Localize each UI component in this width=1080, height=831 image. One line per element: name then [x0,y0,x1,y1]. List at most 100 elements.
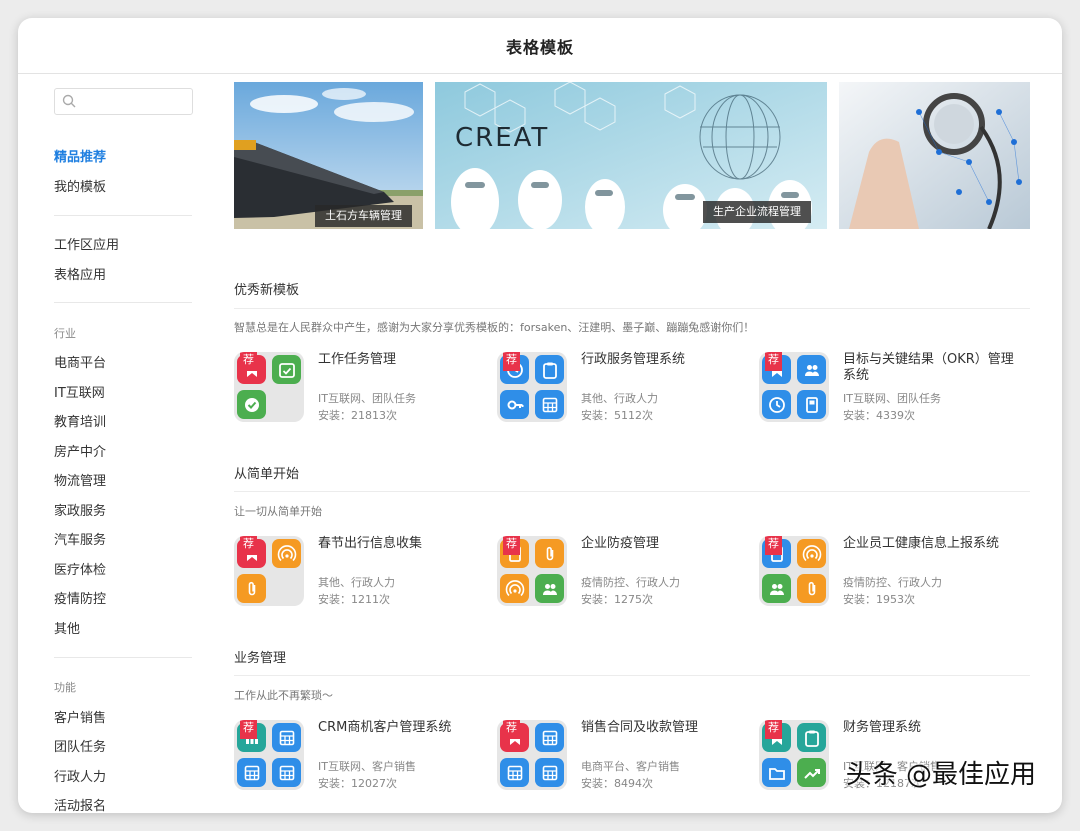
title-bar: 表格模板 [18,18,1062,74]
sidebar-item-industry[interactable]: 医疗体检 [54,563,106,579]
watermark: 头条 @最佳应用 [845,760,1036,790]
signal-icon [500,574,529,603]
sidebar-item-industry[interactable]: 电商平台 [54,356,106,372]
template-icon-tile: 荐 [759,536,829,606]
template-card[interactable]: 荐 工作任务管理 IT互联网、团队任务 安装：21813次 [234,352,496,426]
section-description: 工作从此不再繁琐～ [234,689,333,702]
template-card[interactable]: 荐 行政服务管理系统 其他、行政人力 安装：5112次 [497,352,759,426]
template-installs: 安装：1211次 [318,593,390,606]
template-name: 企业防疫管理 [581,536,660,551]
template-icon-tile: 荐 [759,352,829,422]
section-divider [234,308,1030,309]
table-icon [535,758,564,787]
calendar-check-icon [272,355,301,384]
signal-icon [797,539,826,568]
template-name: CRM商机客户管理系统 [318,720,452,735]
template-tags: 电商平台、客户销售 [581,760,680,773]
template-installs: 安装：12027次 [318,777,397,790]
recommended-badge: 荐 [240,352,257,371]
signal-icon [272,539,301,568]
check-circle-icon [237,390,266,419]
banner-medical[interactable] [839,82,1030,229]
template-name: 工作任务管理 [318,352,397,367]
template-card[interactable]: 荐 目标与关键结果（OKR）管理系统 IT互联网、团队任务 安装：4339次 [759,352,1021,426]
table-icon [535,390,564,419]
recommended-badge: 荐 [240,536,257,555]
section-description: 智慧总是在人民群众中产生，感谢为大家分享优秀模板的：forsaken、汪建明、墨… [234,321,755,334]
template-tags: 疫情防控、行政人力 [581,576,680,589]
sidebar-item-workspace-apps[interactable]: 工作区应用 [54,238,119,254]
sidebar-item-table-apps[interactable]: 表格应用 [54,268,106,284]
template-installs: 安装：1275次 [581,593,653,606]
template-card[interactable]: 荐 销售合同及收款管理 电商平台、客户销售 安装：8494次 [497,720,759,794]
template-icon-tile: 荐 [234,536,304,606]
sidebar-item-function[interactable]: 团队任务 [54,740,106,756]
recommended-badge: 荐 [503,720,520,739]
template-tags: 其他、行政人力 [318,576,395,589]
template-name: 目标与关键结果（OKR）管理系统 [843,352,1014,383]
template-tags: IT互联网、客户销售 [318,760,416,773]
sidebar-item-industry[interactable]: 汽车服务 [54,533,106,549]
sidebar-divider [54,657,192,658]
recommended-badge: 荐 [765,536,782,555]
template-tags: 疫情防控、行政人力 [843,576,942,589]
template-card[interactable]: 荐 春节出行信息收集 其他、行政人力 安装：1211次 [234,536,496,610]
template-tags: IT互联网、团队任务 [318,392,416,405]
people-icon [762,574,791,603]
template-name: 企业员工健康信息上报系统 [843,536,1000,551]
folder-icon [762,758,791,787]
template-card[interactable]: 荐 CRM商机客户管理系统 IT互联网、客户销售 安装：12027次 [234,720,496,794]
template-installs: 安装：1953次 [843,593,915,606]
template-tags: IT互联网、团队任务 [843,392,941,405]
banner-earthwork[interactable]: 土石方车辆管理 [234,82,423,229]
main-content: 土石方车辆管理 CREAT 生产企业流程管理 优秀新模板 智慧总是在人民群众中产… [234,74,1030,813]
banner-production[interactable]: CREAT 生产企业流程管理 [435,82,827,229]
banner-medical-image [839,82,1030,229]
people-icon [797,355,826,384]
template-name: 财务管理系统 [843,720,922,735]
function-heading: 功能 [54,681,76,694]
template-installs: 安装：21813次 [318,409,397,422]
template-icon-tile: 荐 [497,720,567,790]
banner-label: 生产企业流程管理 [703,201,811,223]
clipboard-icon [535,355,564,384]
app-window: 表格模板 精品推荐 我的模板 工作区应用 表格应用 行业 电商平台 IT互联网 … [18,18,1062,813]
sidebar-item-my-templates[interactable]: 我的模板 [54,180,106,196]
sidebar-item-featured[interactable]: 精品推荐 [54,150,106,166]
sidebar-item-industry[interactable]: 家政服务 [54,504,106,520]
template-name: 春节出行信息收集 [318,536,423,551]
key-icon [500,390,529,419]
sidebar-item-industry[interactable]: 疫情防控 [54,592,106,608]
sidebar-item-function[interactable]: 客户销售 [54,711,106,727]
sidebar-item-industry[interactable]: 物流管理 [54,474,106,490]
recommended-badge: 荐 [240,720,257,739]
search-icon [62,94,76,108]
sidebar-item-industry[interactable]: 其他 [54,622,80,638]
search-input[interactable] [54,88,193,115]
template-installs: 安装：5112次 [581,409,653,422]
industry-heading: 行业 [54,327,76,340]
banner-label: 土石方车辆管理 [315,205,412,227]
sidebar-divider [54,302,192,303]
template-installs: 安装：8494次 [581,777,653,790]
recommended-badge: 荐 [503,352,520,371]
template-card[interactable]: 荐 企业防疫管理疫情防控、行政人力 安装：1275次 [497,536,759,610]
sidebar-item-function[interactable]: 活动报名 [54,799,106,813]
template-icon-tile: 荐 [497,352,567,422]
sidebar-item-function[interactable]: 行政人力 [54,770,106,786]
sidebar-item-industry[interactable]: 房产中介 [54,445,106,461]
template-card[interactable]: 荐 企业员工健康信息上报系统 疫情防控、行政人力 安装：1953次 [759,536,1021,610]
recommended-badge: 荐 [503,536,520,555]
table-icon [272,758,301,787]
sidebar-item-industry[interactable]: 教育培训 [54,415,106,431]
table-icon [272,723,301,752]
book-icon [797,390,826,419]
template-name: 销售合同及收款管理 [581,720,699,735]
clip-icon [535,539,564,568]
recommended-badge: 荐 [765,720,782,739]
template-icon-tile: 荐 [234,352,304,422]
clip-icon [797,574,826,603]
clip-icon [237,574,266,603]
template-icon-tile: 荐 [497,536,567,606]
sidebar-item-industry[interactable]: IT互联网 [54,386,105,402]
